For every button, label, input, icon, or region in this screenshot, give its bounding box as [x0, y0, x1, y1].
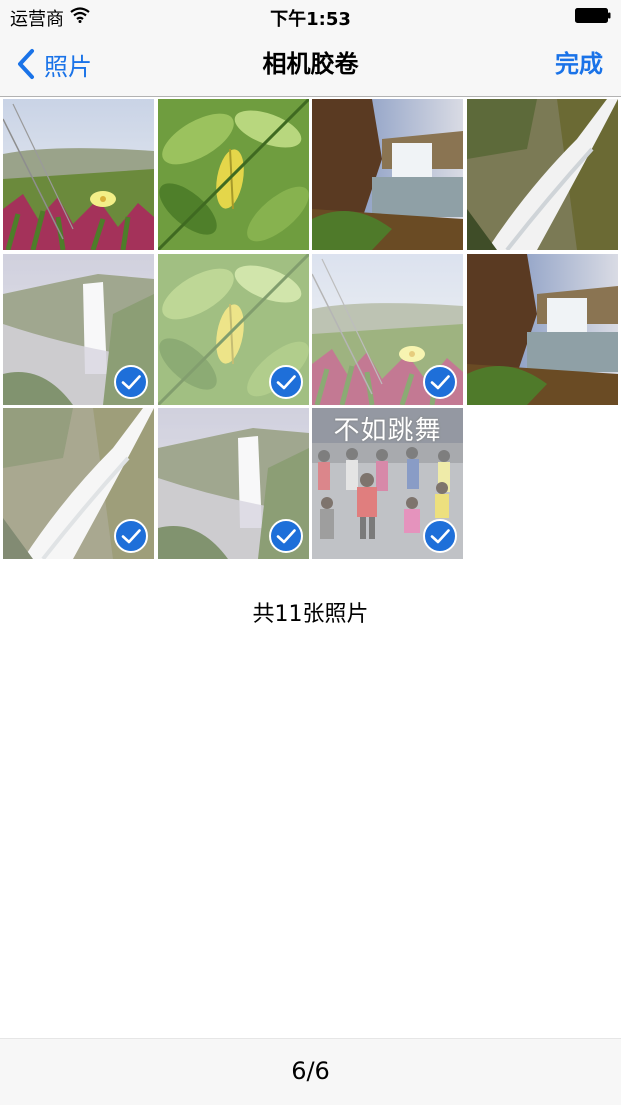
page-title: 相机胶卷 [262, 50, 359, 78]
status-time: 下午1:53 [270, 9, 351, 30]
photo-thumbnail[interactable] [466, 99, 618, 250]
selected-checkmark-icon [114, 519, 148, 553]
selected-checkmark-icon [423, 364, 457, 399]
photo-thumbnail[interactable] [312, 253, 463, 405]
photo-thumbnail[interactable] [312, 99, 463, 250]
photo-thumbnail[interactable] [3, 99, 154, 250]
selected-checkmark-icon [268, 364, 303, 399]
photo-image [466, 99, 618, 250]
photo-count-label: 共11张照片 [252, 602, 369, 627]
photo-thumbnail[interactable] [466, 253, 618, 405]
selected-checkmark-icon [268, 519, 303, 553]
photo-thumbnail[interactable] [157, 253, 309, 405]
done-button[interactable]: 完成 [555, 46, 603, 82]
bottom-toolbar: 6/6 [0, 1038, 621, 1105]
photo-thumbnail[interactable] [157, 408, 309, 559]
navigation-bar: 照片 相机胶卷 完成 [0, 32, 621, 97]
photo-thumbnail[interactable] [3, 408, 154, 559]
selected-checkmark-icon [114, 364, 148, 399]
photo-image [312, 99, 463, 250]
page-indicator: 6/6 [291, 1057, 330, 1085]
photo-image [3, 99, 154, 250]
photo-thumbnail[interactable] [3, 253, 154, 405]
photo-thumbnail[interactable] [157, 99, 309, 250]
battery-icon [575, 8, 611, 23]
status-bar: 运营商 下午1:53 [0, 0, 621, 32]
photo-thumbnail[interactable]: 不如跳舞 [312, 408, 463, 559]
photo-image [466, 253, 618, 405]
selected-checkmark-icon [423, 519, 457, 553]
photo-image [157, 99, 309, 250]
